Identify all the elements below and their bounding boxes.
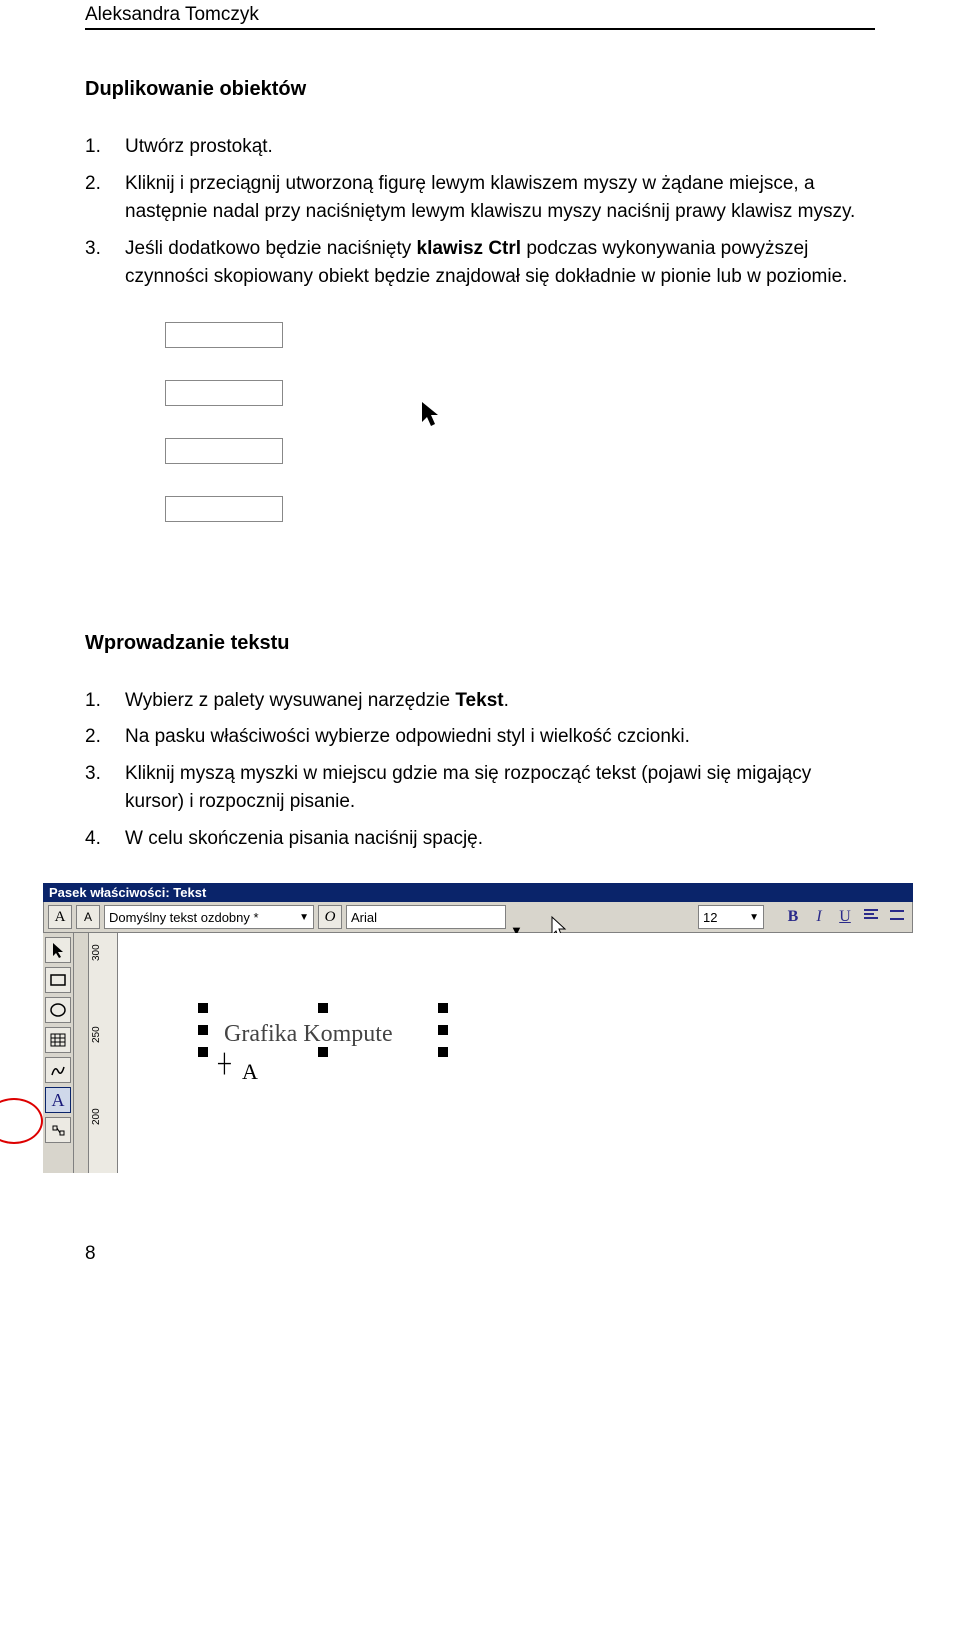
figure-rect: [165, 322, 283, 348]
list-text-bold: Tekst: [455, 690, 503, 711]
list-item: 1. Utwórz prostokąt.: [85, 133, 875, 162]
list-text: Jeśli dodatkowo będzie naciśnięty klawis…: [125, 235, 875, 292]
list-num: 3.: [85, 235, 125, 264]
selection-handle[interactable]: [318, 1003, 328, 1013]
cursor-arrow-icon: [420, 400, 442, 428]
text-style-value: Domyślny tekst ozdobny *: [109, 910, 259, 925]
list-text: Wybierz z palety wysuwanej narzędzie Tek…: [125, 687, 875, 716]
property-bar-title: Pasek właściwości: Tekst: [43, 883, 913, 902]
font-family-value: Arial: [351, 910, 377, 925]
section1-list: 1. Utwórz prostokąt. 2. Kliknij i przeci…: [85, 133, 875, 292]
font-icon[interactable]: O: [318, 905, 342, 929]
figure-duplicated-rects: [165, 322, 605, 542]
vertical-ruler: 300 250 200: [89, 933, 118, 1173]
text-a-icon[interactable]: A: [48, 905, 72, 929]
section2-list: 1. Wybierz z palety wysuwanej narzędzie …: [85, 687, 875, 854]
font-size-value: 12: [703, 910, 717, 925]
font-family-combo[interactable]: Arial: [346, 905, 506, 929]
lines-button[interactable]: [886, 908, 908, 927]
header-rule: [85, 28, 875, 30]
text-content: Grafika Kompute: [224, 1021, 393, 1048]
selection-handle[interactable]: [438, 1003, 448, 1013]
toolbox: A: [43, 933, 74, 1173]
ellipse-icon: [50, 1003, 66, 1017]
text-a2-icon[interactable]: A: [76, 905, 100, 929]
list-text: W celu skończenia pisania naciśnij spacj…: [125, 825, 875, 854]
text-style-combo[interactable]: Domyślny tekst ozdobny * ▼: [104, 905, 314, 929]
selection-handle[interactable]: [438, 1025, 448, 1035]
ruler-tick: 250: [91, 1026, 102, 1043]
list-num: 2.: [85, 170, 125, 199]
curve-tool[interactable]: [45, 1057, 71, 1083]
underline-button[interactable]: U: [834, 908, 856, 926]
list-text-after: .: [504, 690, 509, 711]
canvas-area: A 300 250 200 Grafika Kompute: [43, 933, 913, 1173]
polygon-tool[interactable]: [45, 1027, 71, 1053]
font-size-combo[interactable]: 12 ▼: [698, 905, 764, 929]
list-item: 3. Kliknij myszą myszki w miejscu gdzie …: [85, 760, 875, 817]
chevron-down-icon: ▼: [743, 912, 759, 923]
list-item: 1. Wybierz z palety wysuwanej narzędzie …: [85, 687, 875, 716]
pick-tool[interactable]: [45, 937, 71, 963]
page-number: 8: [85, 1243, 875, 1265]
list-num: 1.: [85, 687, 125, 716]
list-item: 3. Jeśli dodatkowo będzie naciśnięty kla…: [85, 235, 875, 292]
text-origin-icon: ┼: [218, 1053, 231, 1074]
drawing-canvas[interactable]: Grafika Kompute ┼ A: [118, 933, 913, 1173]
align-button[interactable]: [860, 908, 882, 927]
interactive-icon: [50, 1123, 66, 1137]
align-lines-icon: [863, 908, 879, 922]
list-item: 2. Kliknij i przeciągnij utworzoną figur…: [85, 170, 875, 227]
selection-handle[interactable]: [198, 1047, 208, 1057]
list-text: Kliknij i przeciągnij utworzoną figurę l…: [125, 170, 875, 227]
list-text: Na pasku właściwości wybierze odpowiedni…: [125, 723, 875, 752]
grid-icon: [50, 1033, 66, 1047]
selection-handle[interactable]: [438, 1047, 448, 1057]
figure-rect: [165, 380, 283, 406]
ruler-tick: 300: [91, 944, 102, 961]
lines-icon: [889, 908, 905, 922]
ruler-tick: 200: [91, 1108, 102, 1125]
list-text-bold: klawisz Ctrl: [417, 238, 522, 259]
selection-handle[interactable]: [318, 1047, 328, 1057]
list-text: Kliknij myszą myszki w miejscu gdzie ma …: [125, 760, 875, 817]
bold-button[interactable]: B: [782, 908, 804, 926]
figure-rect: [165, 438, 283, 464]
property-bar: Pasek właściwości: Tekst A A Domyślny te…: [43, 883, 913, 933]
section2-title: Wprowadzanie tekstu: [85, 632, 875, 655]
text-tool-cursor-icon: A: [242, 1059, 258, 1085]
rectangle-tool[interactable]: [45, 967, 71, 993]
rectangle-icon: [50, 974, 66, 986]
list-item: 4. W celu skończenia pisania naciśnij sp…: [85, 825, 875, 854]
pick-tool-icon: [51, 942, 65, 958]
list-num: 4.: [85, 825, 125, 854]
toolbox-flyout: [74, 933, 89, 1173]
list-num: 2.: [85, 723, 125, 752]
list-item: 2. Na pasku właściwości wybierze odpowie…: [85, 723, 875, 752]
highlight-ellipse: [0, 1098, 43, 1144]
list-num: 1.: [85, 133, 125, 162]
figure-rect: [165, 496, 283, 522]
author-name: Aleksandra Tomczyk: [85, 0, 875, 28]
selection-handle[interactable]: [198, 1003, 208, 1013]
text-tool[interactable]: A: [45, 1087, 71, 1113]
list-text: Utwórz prostokąt.: [125, 133, 875, 162]
italic-button[interactable]: I: [808, 908, 830, 926]
selection-handle[interactable]: [198, 1025, 208, 1035]
list-text-before: Wybierz z palety wysuwanej narzędzie: [125, 690, 455, 711]
section1-title: Duplikowanie obiektów: [85, 78, 875, 101]
curve-icon: [50, 1063, 66, 1077]
chevron-down-icon: ▼: [293, 912, 309, 923]
list-num: 3.: [85, 760, 125, 789]
other-tool[interactable]: [45, 1117, 71, 1143]
list-text-before: Jeśli dodatkowo będzie naciśnięty: [125, 238, 417, 259]
ellipse-tool[interactable]: [45, 997, 71, 1023]
